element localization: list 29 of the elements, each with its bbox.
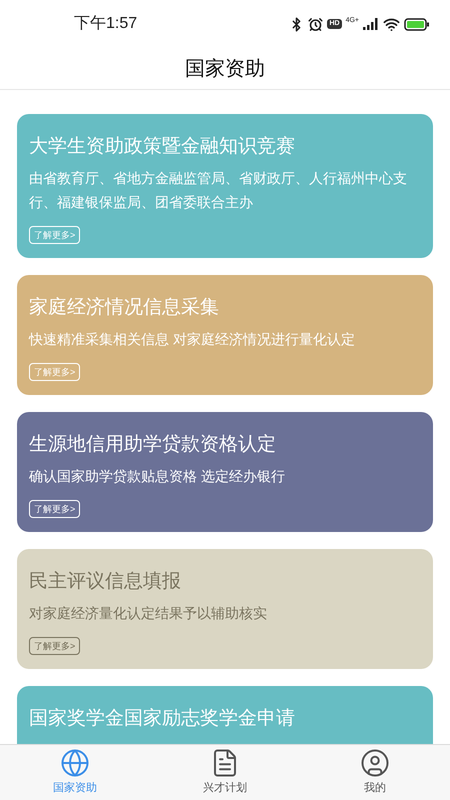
tab-bar-item[interactable]: 我的	[300, 745, 450, 800]
card-description: 确认国家助学贷款贴息资格 选定经办银行	[29, 467, 286, 486]
signal-icon	[363, 18, 379, 30]
alarm-clock-icon	[308, 16, 324, 32]
page-title: 国家资助	[185, 56, 265, 82]
card-description: 快速精准采集相关信息 对家庭经济情况进行量化认定	[29, 330, 356, 349]
card-title: 民主评议信息填报	[29, 570, 182, 594]
learn-more-button[interactable]: 了解更多>	[29, 500, 80, 518]
user-icon	[360, 748, 390, 778]
battery-icon	[404, 18, 430, 30]
card-title: 国家奖学金国家励志奖学金申请	[29, 707, 296, 731]
card-description: 由省教育厅、省地方金融监管局、省财政厅、人行福州中心支行、福建银保监局、团省委联合主办	[29, 169, 408, 212]
globe-icon	[60, 748, 90, 778]
learn-more-button[interactable]: 了解更多>	[29, 637, 80, 655]
wifi-icon	[383, 16, 400, 32]
card-title: 大学生资助政策暨金融知识竞赛	[29, 135, 296, 159]
feature-card[interactable]: 生源地信用助学贷款资格认定 确认国家助学贷款贴息资格 选定经办银行 了解更多>	[17, 412, 433, 532]
learn-more-button[interactable]: 了解更多>	[29, 226, 80, 244]
learn-more-button[interactable]: 了解更多>	[29, 363, 80, 381]
card-description: 对家庭经济量化认定结果予以辅助核实	[29, 604, 268, 623]
card-title: 生源地信用助学贷款资格认定	[29, 433, 277, 457]
card-title: 家庭经济情况信息采集	[29, 296, 220, 320]
feature-card[interactable]: 大学生资助政策暨金融知识竞赛 由省教育厅、省地方金融监管局、省财政厅、人行福州中心支行、福建银保监局、团省委联合主办 了解更多>	[17, 114, 433, 258]
tab-bar-item[interactable]: 国家资助	[0, 745, 150, 800]
feature-card[interactable]: 家庭经济情况信息采集 快速精准采集相关信息 对家庭经济情况进行量化认定 了解更多>	[17, 275, 433, 395]
feature-card[interactable]: 民主评议信息填报 对家庭经济量化认定结果予以辅助核实 了解更多>	[17, 549, 433, 669]
status-time: 下午1:57	[74, 14, 138, 34]
feature-card[interactable]: 国家奖学金国家励志奖学金申请	[17, 686, 433, 744]
tab-bar-item[interactable]: 兴才计划	[150, 745, 300, 800]
